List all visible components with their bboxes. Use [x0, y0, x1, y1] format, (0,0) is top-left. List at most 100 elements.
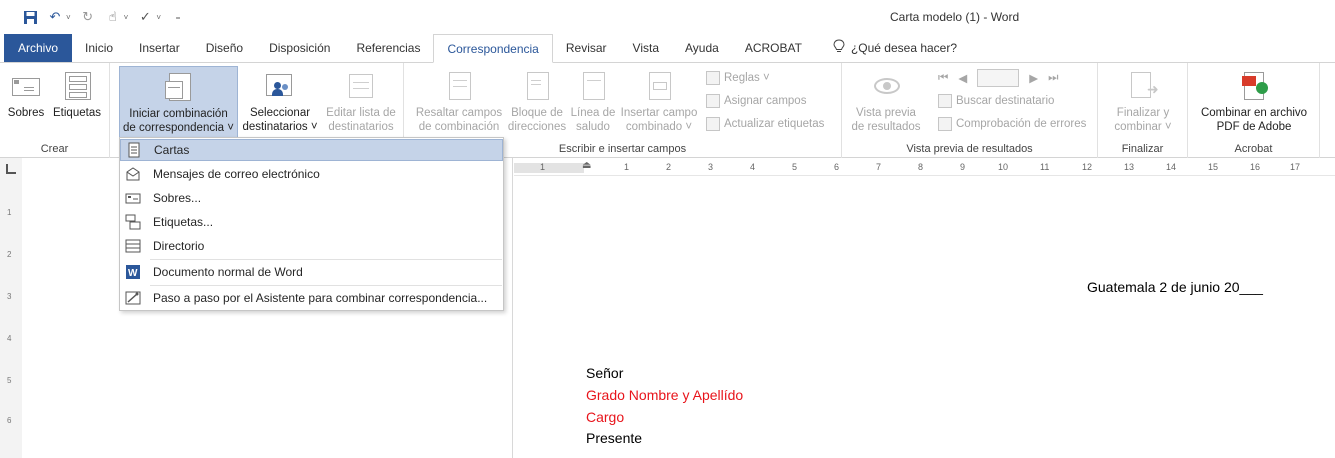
tab-correspondencia[interactable]: Correspondencia — [433, 34, 553, 63]
tell-me-search[interactable]: ¿Qué desea hacer? — [815, 34, 957, 62]
tab-diseno[interactable]: Diseño — [193, 34, 256, 62]
linea-saludo-button[interactable]: Línea de saludo — [568, 66, 618, 138]
tab-selector-icon[interactable] — [6, 164, 16, 174]
group-label-vista: Vista previa de resultados — [906, 143, 1033, 155]
menu-separator — [150, 285, 502, 286]
iniciar-combinacion-button[interactable]: Iniciar combinación de correspondencia ˅ — [119, 66, 238, 140]
preview-results-icon — [870, 70, 902, 102]
record-number-input[interactable] — [977, 69, 1020, 87]
sobres-label: Sobres — [7, 107, 45, 119]
buscar-label: Buscar destinatario — [956, 95, 1055, 107]
hruler-label: 4 — [750, 162, 756, 172]
ruler-margin — [514, 163, 584, 173]
redo-icon[interactable]: ↻ — [80, 9, 96, 25]
edit-list-icon — [345, 70, 377, 102]
group-label-crear: Crear — [40, 143, 69, 155]
save-icon[interactable] — [22, 9, 38, 25]
finalizar-combinar-button[interactable]: ➜ Finalizar y combinar ˅ — [1106, 66, 1180, 138]
tab-insertar[interactable]: Insertar — [126, 34, 193, 62]
last-record-icon[interactable]: ⏭ — [1048, 72, 1058, 85]
rules-icon — [706, 71, 720, 85]
etiquetas-button[interactable]: Etiquetas — [50, 66, 104, 138]
tab-archivo[interactable]: Archivo — [4, 34, 73, 62]
spelling-dropdown-icon[interactable]: ˅ — [156, 13, 161, 22]
bloque-direcciones-button[interactable]: Bloque de direcciones — [508, 66, 566, 138]
hruler-label: 1 — [540, 162, 546, 172]
tab-referencias[interactable]: Referencias — [343, 34, 433, 62]
menu-item-asistente[interactable]: Paso a paso por el Asistente para combin… — [120, 287, 503, 309]
finish-merge-icon: ➜ — [1127, 70, 1159, 102]
iniciar-label-1: Iniciar combinación — [129, 108, 228, 120]
bloque-label-2: direcciones — [507, 121, 567, 133]
combinar-pdf-button[interactable]: Combinar en archivo PDF de Adobe — [1192, 66, 1316, 138]
acrobat-label-1: Combinar en archivo — [1200, 107, 1308, 119]
touch-dropdown-icon[interactable]: ˅ — [124, 13, 129, 22]
menu-item-documento-normal[interactable]: W Documento normal de Word — [120, 261, 503, 283]
hruler-label: 7 — [876, 162, 882, 172]
reglas-button[interactable]: Reglas ˅ — [706, 71, 770, 85]
vista-label-2: de resultados — [851, 121, 921, 133]
menu-label-documento: Documento normal de Word — [153, 265, 303, 279]
menu-label-etiquetas: Etiquetas... — [153, 215, 214, 229]
tab-vista[interactable]: Vista — [620, 34, 672, 62]
next-record-icon[interactable]: ▶ — [1029, 71, 1038, 85]
editar-label-2: destinatarios — [328, 121, 394, 133]
comprobacion-errores-button[interactable]: Comprobación de errores — [938, 117, 1086, 131]
find-recipient-icon — [938, 94, 952, 108]
menu-item-sobres[interactable]: Sobres... — [120, 187, 503, 209]
group-crear: Sobres Etiquetas Crear — [0, 63, 110, 158]
undo-dropdown-icon[interactable]: ˅ — [66, 13, 71, 22]
sobres-button[interactable]: Sobres — [6, 66, 46, 138]
linea-label-2: saludo — [576, 121, 610, 133]
hruler-label: 13 — [1124, 162, 1135, 172]
previous-record-icon[interactable]: ◀ — [958, 71, 967, 85]
menu-item-mensajes-correo[interactable]: Mensajes de correo electrónico — [120, 163, 503, 185]
menu-item-etiquetas[interactable]: Etiquetas... — [120, 211, 503, 233]
undo-icon[interactable]: ↶ — [47, 9, 63, 25]
hruler-label: 8 — [918, 162, 924, 172]
ribbon-tabs: Archivo Inicio Insertar Diseño Disposici… — [0, 34, 1335, 63]
word-document-icon: W — [125, 264, 141, 280]
tab-revisar[interactable]: Revisar — [553, 34, 620, 62]
tab-ayuda[interactable]: Ayuda — [672, 34, 732, 62]
menu-label-mensajes: Mensajes de correo electrónico — [153, 167, 320, 181]
menu-label-cartas: Cartas — [154, 143, 190, 157]
resaltar-campos-button[interactable]: Resaltar campos de combinación — [412, 66, 506, 138]
hruler-label: 15 — [1208, 162, 1219, 172]
insertar-campo-button[interactable]: Insertar campo combinado ˅ — [618, 66, 700, 138]
document-line-cargo: Cargo — [586, 409, 625, 425]
touch-mode-icon[interactable]: ☝ — [105, 9, 121, 25]
indent-marker-icon[interactable]: ⏏ — [582, 160, 591, 171]
highlight-fields-icon — [443, 70, 475, 102]
group-label-acrobat: Acrobat — [1234, 143, 1273, 155]
spelling-icon[interactable]: ✓ — [137, 9, 153, 25]
actualizar-etiquetas-button[interactable]: Actualizar etiquetas — [706, 117, 824, 131]
insertar-label-2: combinado ˅ — [625, 121, 693, 133]
menu-item-directorio[interactable]: Directorio — [120, 235, 503, 257]
labels-icon — [61, 70, 93, 102]
vruler-label: 3 — [7, 292, 12, 301]
tab-acrobat[interactable]: ACROBAT — [732, 34, 815, 62]
insert-field-icon — [643, 70, 675, 102]
vista-previa-button[interactable]: Vista previa de resultados — [848, 66, 924, 138]
vruler-label: 4 — [7, 334, 12, 343]
horizontal-ruler[interactable]: 1 ⏏ 1 2 3 4 5 6 7 8 9 10 11 12 13 14 15 … — [514, 160, 1335, 176]
asignar-campos-button[interactable]: Asignar campos — [706, 94, 806, 108]
linea-label-1: Línea de — [570, 107, 616, 119]
wizard-icon — [125, 290, 141, 306]
tab-inicio[interactable]: Inicio — [72, 34, 126, 62]
first-record-icon[interactable]: ⏮ — [938, 72, 948, 85]
address-block-icon — [521, 70, 553, 102]
hruler-label: 10 — [998, 162, 1009, 172]
document-date: Guatemala 2 de junio 20___ — [1087, 279, 1263, 295]
customize-qat-icon[interactable]: ₌ — [170, 9, 186, 25]
menu-item-cartas[interactable]: Cartas — [120, 139, 503, 161]
buscar-destinatario-button[interactable]: Buscar destinatario — [938, 94, 1054, 108]
window-title: Carta modelo (1) - Word — [890, 10, 1020, 24]
tab-disposicion[interactable]: Disposición — [256, 34, 343, 62]
editar-lista-button[interactable]: Editar lista de destinatarios — [322, 66, 400, 138]
seleccionar-destinatarios-button[interactable]: Seleccionar destinatarios ˅ — [240, 66, 320, 138]
hruler-label: 9 — [960, 162, 966, 172]
document-page[interactable]: Guatemala 2 de junio 20___ Señor Grado N… — [514, 176, 1335, 458]
document-line-senor: Señor — [586, 365, 624, 381]
